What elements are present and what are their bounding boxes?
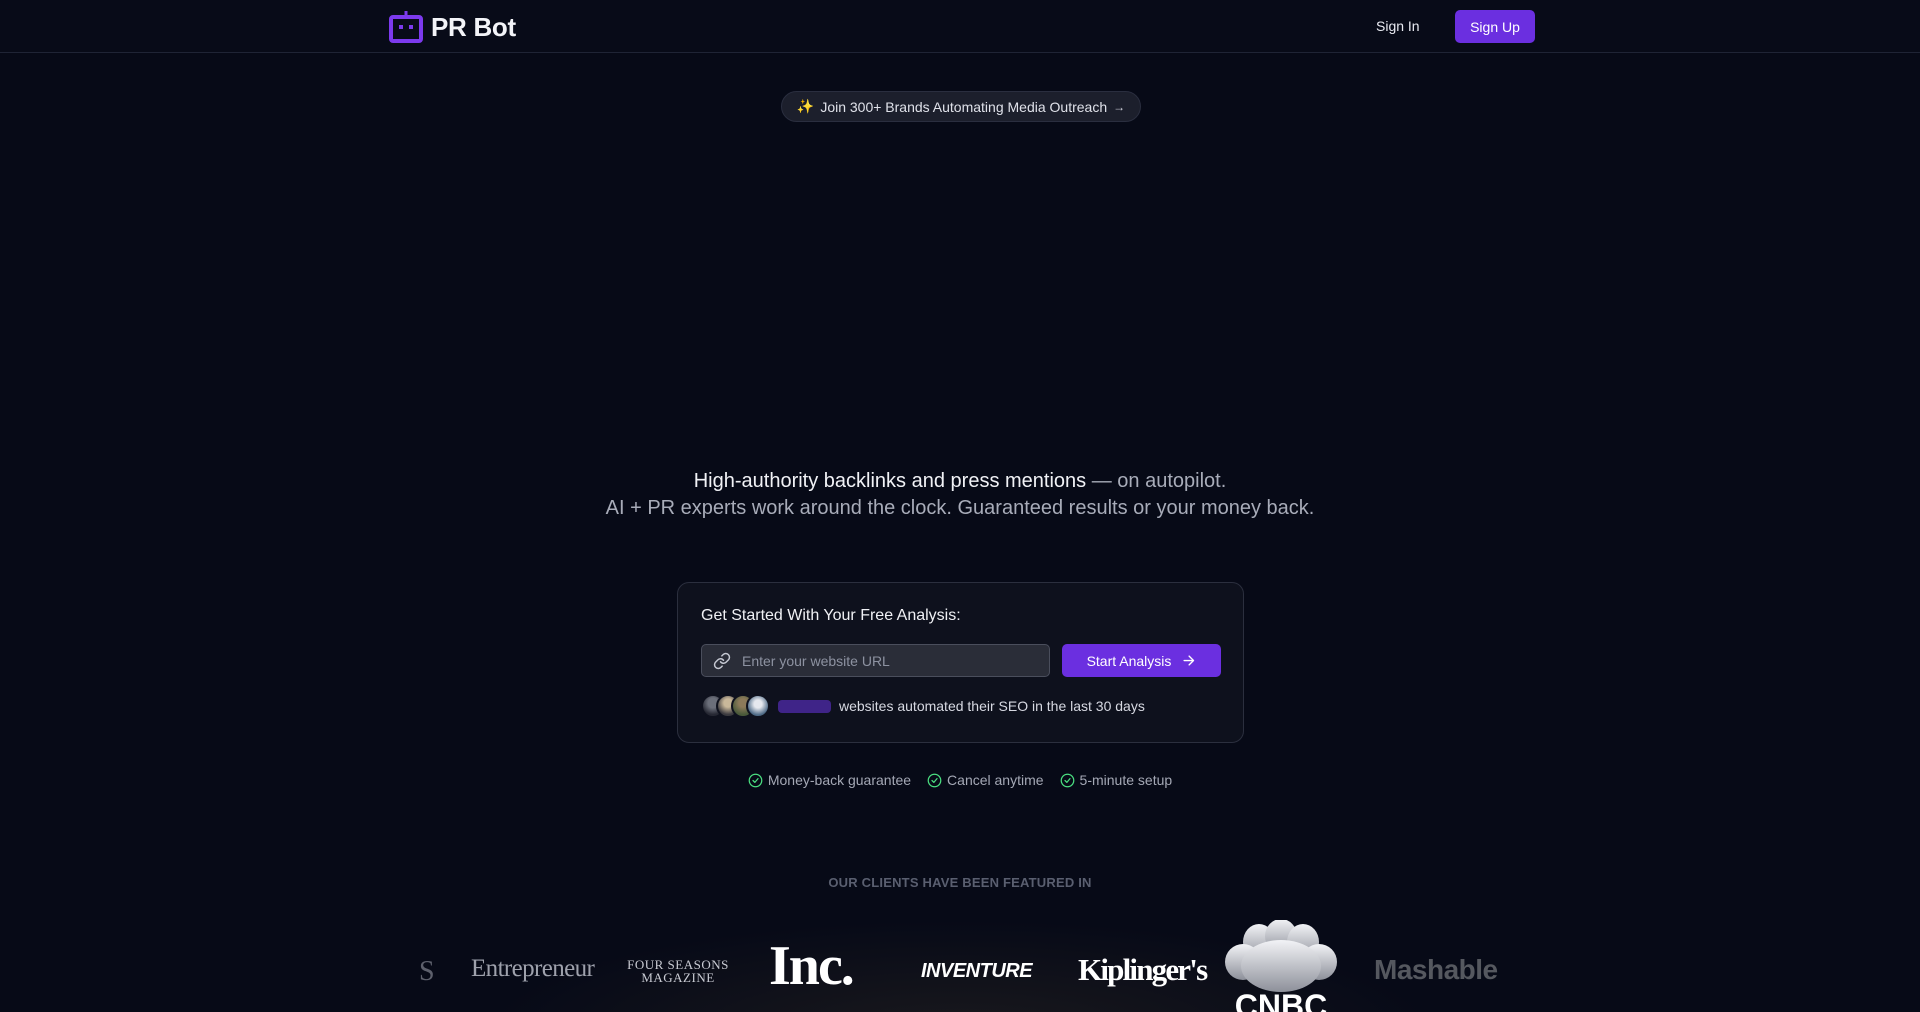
robot-logo-icon	[389, 11, 423, 43]
press-logos-marquee: S Entrepreneur FOUR SEASONS MAGAZINE Inc…	[400, 900, 1520, 1012]
sign-up-button[interactable]: Sign Up	[1455, 10, 1535, 43]
hero-headline-suffix: — on autopilot.	[1086, 470, 1227, 492]
website-url-input[interactable]	[740, 651, 1049, 670]
guarantee-item: Cancel anytime	[927, 772, 1044, 788]
avatar	[746, 694, 770, 718]
loading-count-placeholder	[778, 699, 831, 713]
four-seasons-magazine-logo: FOUR SEASONS MAGAZINE	[622, 958, 734, 984]
press-logo-partial: S	[419, 956, 435, 987]
start-analysis-label: Start Analysis	[1086, 652, 1172, 669]
logo-text: PR Bot	[431, 11, 516, 42]
social-proof-row: websites automated their SEO in the last…	[701, 693, 1145, 719]
inventure-logo: INVENTURE	[921, 960, 1033, 982]
kiplingers-logo: Kiplinger's	[1078, 952, 1208, 987]
start-analysis-button[interactable]: Start Analysis	[1062, 644, 1221, 677]
guarantees-row: Money-back guarantee Cancel anytime 5-mi…	[0, 772, 1920, 788]
arrow-right-icon: →	[1113, 99, 1126, 114]
hero-headline-main: High-authority backlinks and press menti…	[693, 470, 1087, 492]
check-circle-icon	[927, 773, 942, 787]
four-seasons-line2: MAGAZINE	[641, 970, 715, 985]
entrepreneur-logo: Entrepreneur	[471, 955, 595, 982]
hero-headline: High-authority backlinks and press menti…	[0, 467, 1920, 495]
guarantee-label: Cancel anytime	[947, 772, 1044, 788]
sign-in-link[interactable]: Sign In	[1376, 14, 1420, 38]
url-input-container[interactable]	[701, 644, 1050, 677]
link-icon	[713, 652, 731, 669]
hero-section: High-authority backlinks and press menti…	[0, 467, 1920, 522]
featured-in-heading: OUR CLIENTS HAVE BEEN FEATURED IN	[828, 875, 1092, 890]
card-title: Get Started With Your Free Analysis:	[701, 607, 961, 624]
check-circle-icon	[1060, 773, 1074, 787]
cnbc-logo: CNBC	[1234, 988, 1328, 1012]
guarantee-item: 5-minute setup	[1060, 772, 1173, 788]
mashable-logo: Mashable	[1374, 954, 1498, 985]
free-analysis-card: Get Started With Your Free Analysis: Sta…	[677, 582, 1244, 743]
social-proof-text: websites automated their SEO in the last…	[839, 698, 1145, 714]
top-navbar: PR Bot Sign In Sign Up	[0, 0, 1920, 53]
guarantee-item: Money-back guarantee	[748, 772, 911, 788]
announcement-pill[interactable]: ✨ Join 300+ Brands Automating Media Outr…	[781, 91, 1141, 122]
check-circle-icon	[748, 773, 763, 787]
announcement-text: Join 300+ Brands Automating Media Outrea…	[820, 98, 1108, 115]
arrow-right-icon	[1183, 655, 1195, 666]
guarantee-label: Money-back guarantee	[767, 772, 912, 788]
hero-subheadline: AI + PR experts work around the clock. G…	[605, 497, 1315, 519]
guarantee-label: 5-minute setup	[1079, 772, 1173, 788]
logo[interactable]: PR Bot	[389, 11, 516, 43]
sparkles-icon: ✨	[796, 98, 815, 114]
avatar-stack	[701, 694, 770, 718]
inc-logo: Inc.	[769, 935, 855, 997]
